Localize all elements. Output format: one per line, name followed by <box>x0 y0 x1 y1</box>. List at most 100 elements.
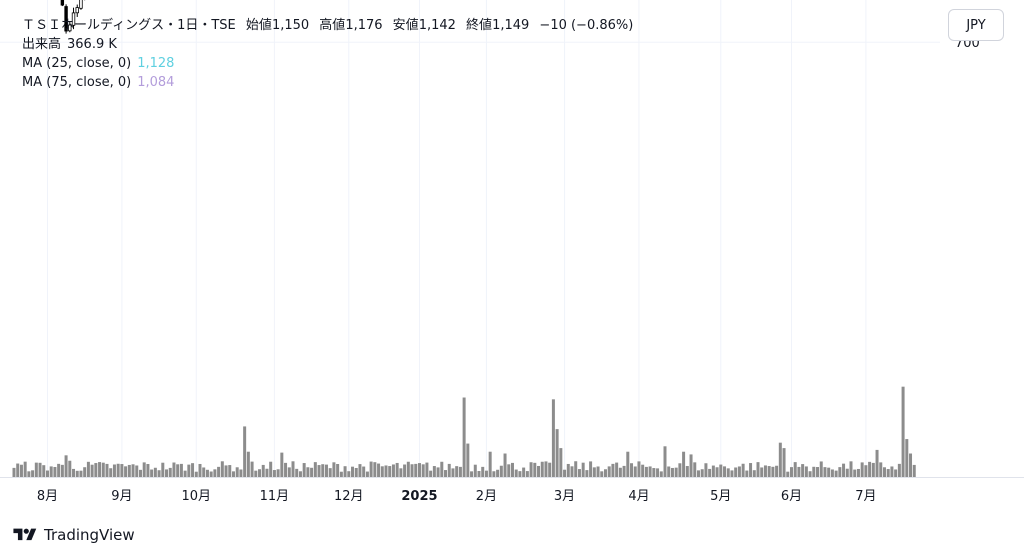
volume-bar <box>138 469 142 477</box>
volume-bar <box>183 470 187 477</box>
volume-bar <box>168 467 172 477</box>
volume-bar <box>589 461 593 477</box>
volume-bar <box>577 469 581 477</box>
symbol-title[interactable]: ＴＳＩホールディングス・1日・TSE <box>22 18 236 33</box>
volume-bar <box>343 466 347 477</box>
volume-bar <box>105 463 109 477</box>
volume-bar <box>75 470 79 477</box>
volume-bar <box>395 462 399 477</box>
volume-bar <box>421 464 425 477</box>
volume-bar <box>377 463 381 477</box>
volume-bar <box>637 461 641 477</box>
volume-bar <box>607 466 611 477</box>
volume-bar <box>804 466 808 477</box>
volume-bar <box>905 439 909 477</box>
volume-bar <box>302 463 306 477</box>
volume-bar <box>362 466 366 477</box>
ma75-value: 1,084 <box>137 75 175 90</box>
volume-bar <box>455 466 459 477</box>
volume-bar <box>64 455 68 477</box>
close-label: 終値 <box>466 18 493 33</box>
volume-bar <box>90 464 94 477</box>
volume-value: 366.9 K <box>67 37 117 52</box>
volume-bar <box>27 471 31 477</box>
volume-bar <box>801 464 805 477</box>
volume-bar <box>596 466 600 477</box>
volume-bar <box>462 397 466 477</box>
candle-up <box>79 0 83 9</box>
volume-bar <box>842 463 846 477</box>
volume-bar <box>328 468 332 477</box>
volume-bar <box>12 467 16 477</box>
volume-bar <box>782 448 786 477</box>
volume-bar <box>648 466 652 477</box>
volume-bar <box>693 462 697 477</box>
volume-bar <box>131 464 135 477</box>
volume-bar <box>470 471 474 477</box>
volume-bar <box>555 429 559 477</box>
volume-bar <box>510 462 514 477</box>
volume-bar <box>373 462 377 477</box>
volume-bar <box>287 467 291 477</box>
volume-bar <box>507 464 511 477</box>
currency-button[interactable]: JPY <box>948 9 1004 41</box>
volume-bar <box>626 451 630 477</box>
volume-row: 出来高 366.9 K <box>22 35 633 54</box>
volume-bar <box>384 465 388 477</box>
volume-bar <box>254 470 258 477</box>
ma75-row[interactable]: MA (75, close, 0) 1,084 <box>22 73 633 92</box>
volume-bar <box>849 461 853 477</box>
volume-bar <box>68 460 72 477</box>
volume-bar <box>261 464 265 477</box>
volume-bar <box>388 466 392 477</box>
volume-bar <box>734 467 738 477</box>
volume-bar <box>191 463 195 477</box>
volume-bar <box>834 470 838 477</box>
volume-bar <box>708 468 712 477</box>
volume-bar <box>674 467 678 477</box>
volume-bar <box>518 471 522 477</box>
ma25-value: 1,128 <box>137 56 175 71</box>
volume-bar <box>882 467 886 477</box>
volume-bar <box>860 462 864 477</box>
volume-bar <box>436 467 440 477</box>
volume-bar <box>477 471 481 477</box>
volume-bar <box>656 468 660 477</box>
volume-bar <box>711 465 715 477</box>
volume-bar <box>380 466 384 477</box>
volume-bar <box>224 465 228 477</box>
volume-bar <box>745 470 749 477</box>
volume-bar <box>150 469 154 477</box>
volume-bar <box>529 462 533 477</box>
volume-bar <box>574 461 578 477</box>
volume-bar <box>31 470 35 477</box>
volume-bar <box>124 466 128 477</box>
volume-bar <box>157 470 161 477</box>
volume-bar <box>540 461 544 477</box>
volume-bar <box>570 466 574 477</box>
volume-bar <box>756 462 760 477</box>
volume-bar <box>737 466 741 477</box>
volume-bar <box>202 467 206 477</box>
volume-bar <box>38 462 42 477</box>
volume-bar <box>354 467 358 477</box>
volume-bar <box>347 471 351 477</box>
brand-footer[interactable]: TradingView <box>12 526 135 544</box>
ma25-row[interactable]: MA (25, close, 0) 1,128 <box>22 54 633 73</box>
volume-bar <box>659 471 663 477</box>
volume-bar <box>473 464 477 477</box>
volume-bar <box>258 469 262 477</box>
volume-bar <box>198 463 202 477</box>
volume-bar <box>775 465 779 477</box>
volume-bar <box>358 464 362 477</box>
volume-bar <box>741 463 745 477</box>
volume-bar <box>399 468 403 477</box>
volume-bar <box>98 462 102 477</box>
volume-bar <box>700 469 704 477</box>
volume-bar <box>600 471 604 477</box>
volume-bar <box>797 466 801 477</box>
volume-bar <box>217 466 221 477</box>
volume-bar <box>336 464 340 477</box>
volume-bar <box>827 467 831 477</box>
volume-bar <box>823 467 827 477</box>
